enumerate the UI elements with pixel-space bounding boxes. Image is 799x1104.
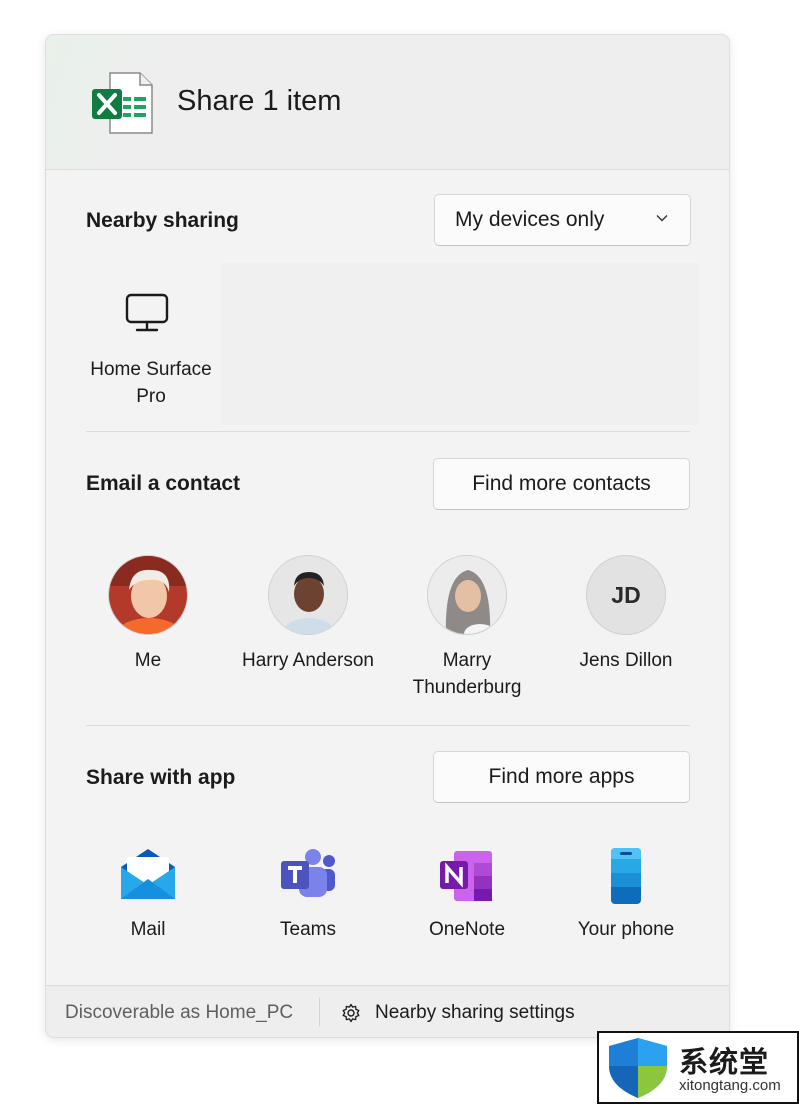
app-onenote[interactable]: OneNote <box>387 847 547 941</box>
avatar-initials: JD <box>586 555 666 635</box>
watermark-logo: 系统堂 xitongtang.com <box>597 1031 799 1104</box>
shield-icon <box>609 1038 667 1098</box>
onenote-icon <box>440 851 492 901</box>
share-with-app-title: Share with app <box>86 766 236 789</box>
divider <box>319 998 320 1026</box>
divider <box>86 725 690 726</box>
avatar <box>268 555 348 635</box>
nearby-sharing-title: Nearby sharing <box>86 209 239 232</box>
device-list-area <box>221 263 699 425</box>
excel-file-icon <box>92 72 153 134</box>
dropdown-value: My devices only <box>455 208 605 231</box>
app-your-phone[interactable]: Your phone <box>546 847 706 941</box>
app-label: Your phone <box>577 919 675 940</box>
watermark-url: xitongtang.com <box>679 1077 781 1094</box>
teams-icon <box>281 849 335 897</box>
email-contact-title: Email a contact <box>86 472 241 495</box>
find-more-apps-button[interactable]: Find more apps <box>433 751 690 803</box>
settings-link-label: Nearby sharing settings <box>375 1002 575 1023</box>
nearby-sharing-dropdown[interactable]: My devices only <box>434 194 691 246</box>
contact-name: Jens Dillon <box>579 650 673 671</box>
contact-name: Marry Thunderburg <box>412 650 522 698</box>
nearby-sharing-settings-link[interactable]: Nearby sharing settings <box>341 1000 575 1026</box>
gear-icon <box>342 1003 360 1023</box>
chevron-down-icon <box>656 215 668 222</box>
app-teams[interactable]: Teams <box>228 847 388 941</box>
app-label: OneNote <box>428 919 506 940</box>
contact-name: Harry Anderson <box>241 650 374 671</box>
avatar <box>427 555 507 635</box>
share-header: Share 1 item <box>46 35 729 170</box>
contact-marry-thunderburg[interactable]: Marry Thunderburg <box>387 555 547 701</box>
contact-me[interactable]: Me <box>68 555 228 674</box>
contact-name: Me <box>134 650 162 671</box>
app-mail[interactable]: Mail <box>68 847 228 941</box>
device-label: Home Surface Pro <box>90 359 212 407</box>
app-label: Teams <box>280 919 336 940</box>
avatar <box>108 555 188 635</box>
mail-icon <box>121 849 175 899</box>
initials: JD <box>611 581 641 608</box>
discoverable-status: Discoverable as Home_PC <box>65 1002 294 1023</box>
phone-icon <box>611 848 641 904</box>
watermark-name: 系统堂 <box>679 1047 770 1079</box>
find-more-contacts-button[interactable]: Find more contacts <box>433 458 690 510</box>
contact-harry-anderson[interactable]: Harry Anderson <box>228 555 388 674</box>
share-title: Share 1 item <box>177 85 342 117</box>
share-dialog: Share 1 item Nearby sharing My devices o… <box>45 34 730 1038</box>
monitor-icon <box>125 293 169 332</box>
contact-jens-dillon[interactable]: JD Jens Dillon <box>546 555 706 674</box>
device-home-surface-pro[interactable]: Home Surface Pro <box>86 263 216 413</box>
divider <box>86 431 690 432</box>
app-label: Mail <box>130 919 166 940</box>
